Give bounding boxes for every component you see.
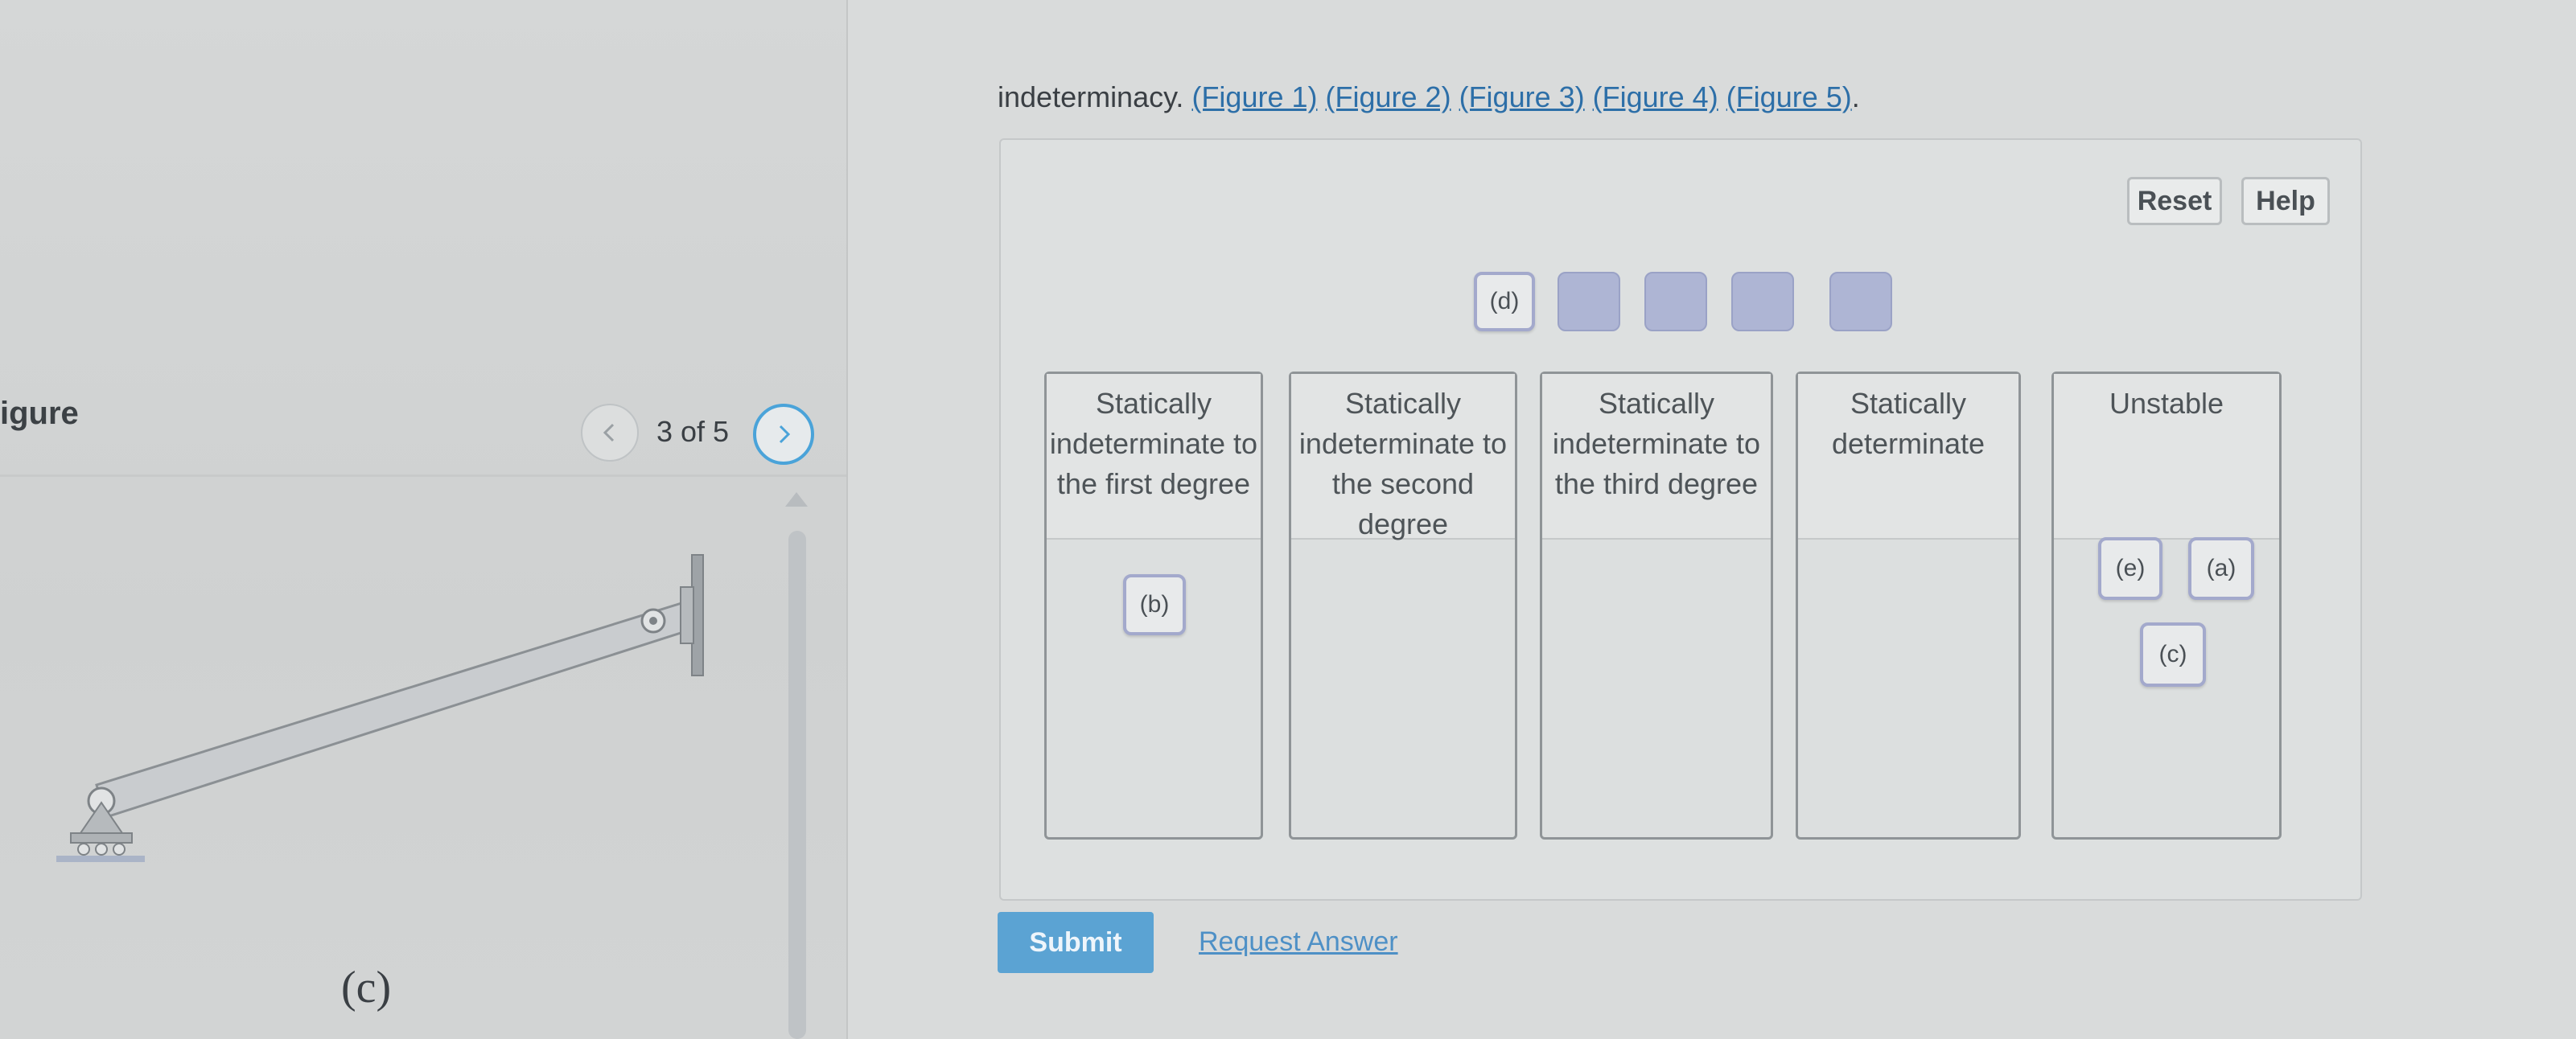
figure-header-divider	[0, 474, 846, 477]
beam-figure	[56, 554, 704, 862]
draggable-chip-e[interactable]: (e)	[2098, 537, 2162, 600]
figure-pane: igure 3 of 5 (c)	[0, 0, 848, 1039]
previous-figure-button[interactable]	[581, 404, 639, 462]
draggable-chip-d[interactable]: (d)	[1474, 272, 1535, 331]
bucket-indeterminate-second[interactable]: Statically indeterminate to the second d…	[1289, 372, 1517, 840]
scroll-up-icon[interactable]	[785, 492, 808, 507]
draggable-chip-c[interactable]: (c)	[2140, 622, 2206, 687]
draggable-chip-a[interactable]: (a)	[2188, 537, 2254, 600]
bucket-determinate[interactable]: Statically determinate	[1796, 372, 2021, 840]
figure-pager: 3 of 5	[656, 415, 730, 448]
figure-5-link[interactable]: (Figure 5)	[1726, 80, 1852, 113]
empty-slot	[1731, 272, 1794, 331]
figure-1-link[interactable]: (Figure 1)	[1191, 80, 1317, 113]
reset-button[interactable]: Reset	[2127, 177, 2222, 225]
request-answer-link[interactable]: Request Answer	[1199, 926, 1398, 958]
submit-button[interactable]: Submit	[998, 912, 1154, 973]
chevron-left-icon	[603, 423, 615, 442]
figure-4-link[interactable]: (Figure 4)	[1593, 80, 1718, 113]
question-prefix: indeterminacy.	[998, 80, 1184, 113]
bucket-title: Unstable	[2054, 374, 2279, 540]
empty-slot	[1644, 272, 1707, 331]
bucket-title: Statically indeterminate to the second d…	[1291, 374, 1515, 540]
draggable-chip-b[interactable]: (b)	[1123, 574, 1186, 635]
figure-scrollbar[interactable]	[788, 531, 806, 1039]
help-button[interactable]: Help	[2241, 177, 2330, 225]
question-end: .	[1851, 80, 1860, 113]
inclined-beam	[95, 598, 700, 819]
bucket-unstable[interactable]: Unstable	[2051, 372, 2282, 840]
chevron-right-icon	[779, 425, 791, 444]
figure-caption: (c)	[341, 963, 392, 1012]
empty-slot	[1829, 272, 1892, 331]
roller-support	[70, 832, 133, 844]
bucket-title: Statically indeterminate to the first de…	[1047, 374, 1261, 540]
bucket-title: Statically indeterminate to the third de…	[1542, 374, 1771, 540]
next-figure-button[interactable]	[753, 404, 814, 465]
figure-3-link[interactable]: (Figure 3)	[1459, 80, 1585, 113]
figure-pane-title: igure	[0, 396, 79, 431]
bucket-title: Statically determinate	[1798, 374, 2018, 540]
question-text: indeterminacy. (Figure 1) (Figure 2) (Fi…	[998, 80, 1860, 114]
empty-slot	[1558, 272, 1620, 331]
bucket-indeterminate-third[interactable]: Statically indeterminate to the third de…	[1540, 372, 1773, 840]
figure-2-link[interactable]: (Figure 2)	[1326, 80, 1451, 113]
